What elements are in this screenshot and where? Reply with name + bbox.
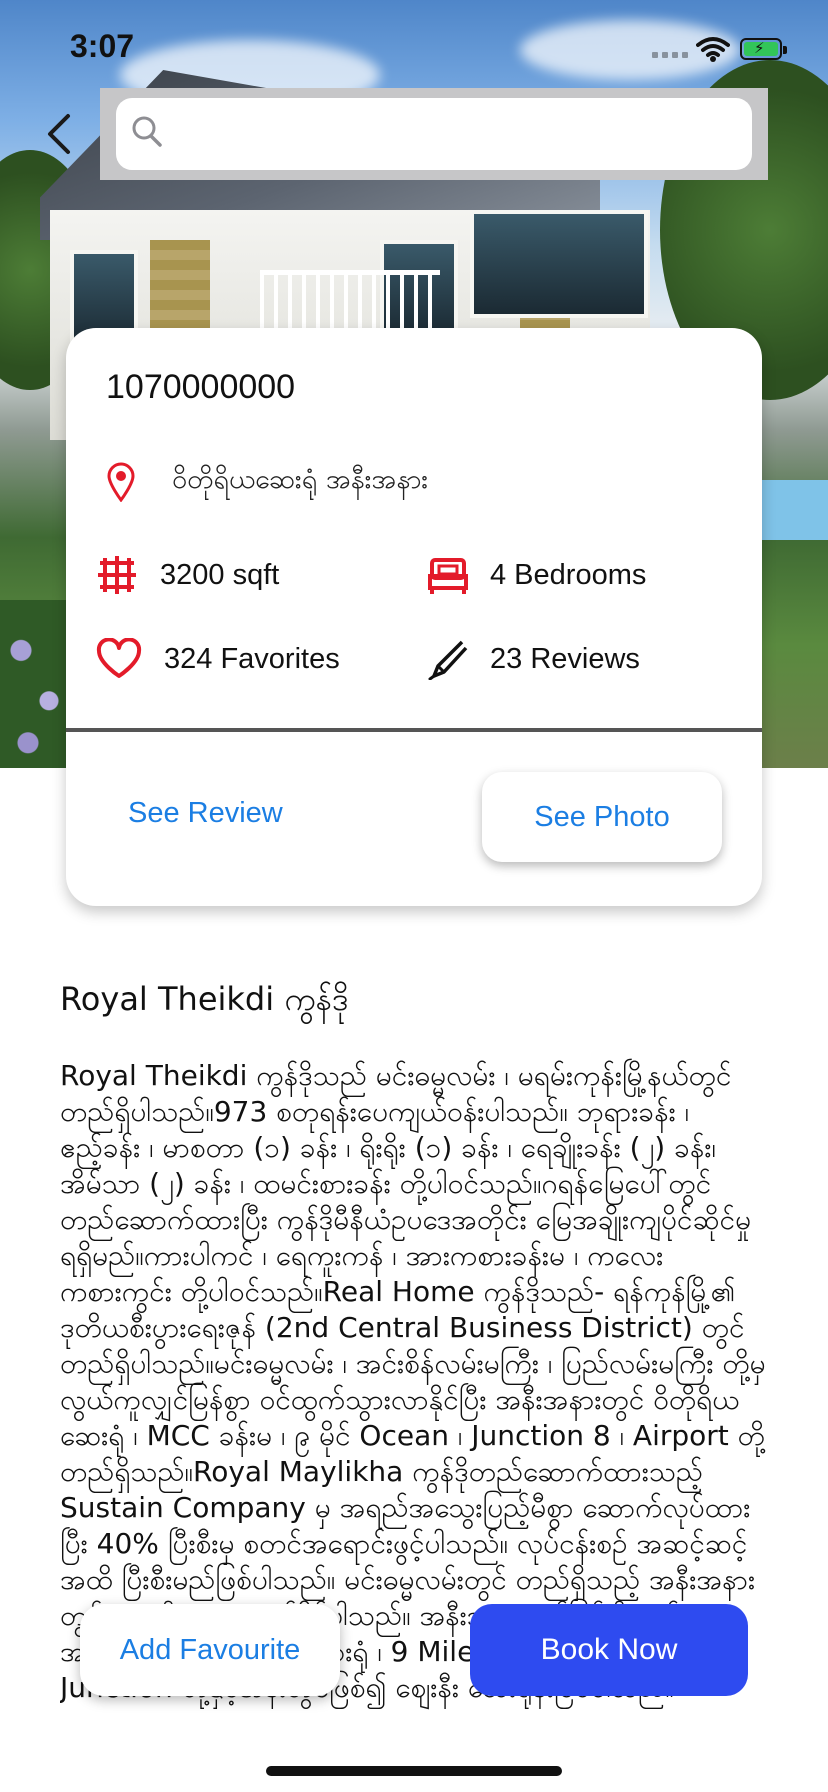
bedrooms-label: 4 Bedrooms (490, 558, 647, 591)
search-input[interactable] (172, 98, 736, 172)
location-pin-icon (107, 462, 135, 502)
area-feature: 3200 sqft (96, 554, 279, 596)
book-now-button[interactable]: Book Now (470, 1604, 748, 1696)
status-bar: 3:07 ⚡ (0, 0, 828, 100)
wifi-icon (696, 37, 730, 62)
area-label: 3200 sqft (160, 558, 280, 591)
status-time: 3:07 (70, 28, 135, 64)
reviews-label: 23 Reviews (490, 642, 640, 675)
card-divider (66, 728, 762, 732)
location-text: ဝိတိုရိယဆေးရုံ အနီးအနား (172, 464, 429, 495)
project-title: Royal Theikdi ကွန်ဒို (60, 980, 349, 1018)
bed-icon (428, 558, 468, 594)
location-row: ဝိတိုရိယဆေးရုံ အနီးအနား (106, 462, 428, 502)
listing-details-card: 1070000000 ဝိတိုရိယဆေးရုံ အနီးအနား 3200 … (66, 328, 762, 906)
search-icon (132, 116, 162, 147)
floor-plan-icon (98, 556, 136, 594)
battery-charging-icon: ⚡ (740, 38, 787, 60)
heart-icon (96, 638, 142, 678)
add-favourite-button[interactable]: Add Favourite (80, 1604, 340, 1696)
search-bar[interactable] (116, 98, 752, 172)
pen-icon (428, 640, 468, 680)
chevron-left-icon[interactable] (44, 112, 74, 156)
see-review-button[interactable]: See Review (106, 768, 306, 858)
favorites-label: 324 Favorites (164, 642, 340, 675)
see-photo-button[interactable]: See Photo (482, 772, 722, 862)
favorites-feature: 324 Favorites (96, 638, 340, 680)
reviews-feature: 23 Reviews (428, 638, 640, 680)
listing-price: 1070000000 (106, 368, 296, 406)
home-indicator[interactable] (266, 1766, 562, 1776)
bedrooms-feature: 4 Bedrooms (428, 554, 646, 596)
cellular-signal-icon (652, 52, 688, 58)
